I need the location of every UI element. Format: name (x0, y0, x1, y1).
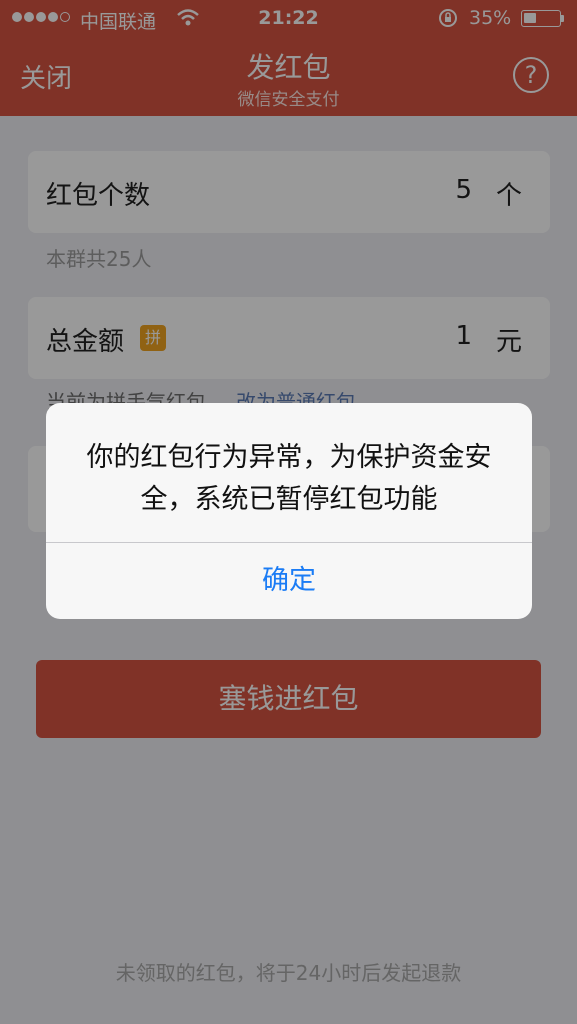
alert-dialog: 你的红包行为异常，为保护资金安全，系统已暂停红包功能 确定 (46, 403, 532, 619)
alert-confirm-button[interactable]: 确定 (46, 543, 532, 619)
alert-message: 你的红包行为异常，为保护资金安全，系统已暂停红包功能 (86, 442, 492, 515)
